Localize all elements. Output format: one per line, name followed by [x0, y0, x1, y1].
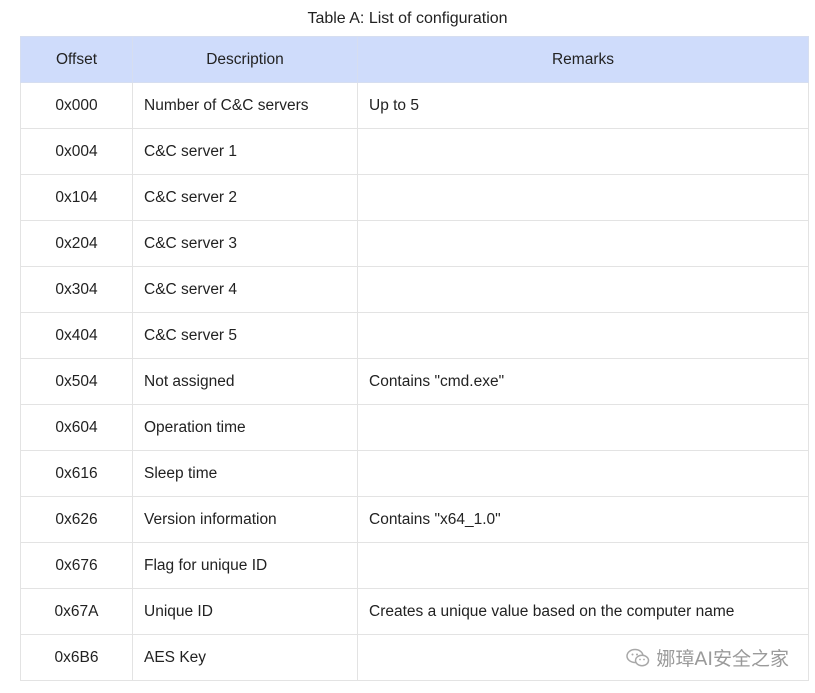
- description-cell: Sleep time: [132, 450, 358, 497]
- remarks-cell: [357, 450, 809, 497]
- table-row: 0x104 C&C server 2: [20, 174, 809, 221]
- column-header-remarks: Remarks: [357, 36, 809, 83]
- remarks-cell: [357, 220, 809, 267]
- table-row: 0x004 C&C server 1: [20, 128, 809, 175]
- table-row: 0x304 C&C server 4: [20, 266, 809, 313]
- remarks-cell: [357, 312, 809, 359]
- remarks-cell: Contains "x64_1.0": [357, 496, 809, 543]
- description-cell: Unique ID: [132, 588, 358, 635]
- offset-cell: 0x204: [20, 220, 133, 267]
- offset-cell: 0x000: [20, 82, 133, 129]
- table-row: 0x67A Unique ID Creates a unique value b…: [20, 588, 809, 635]
- configuration-table: Offset Description Remarks 0x000 Number …: [20, 36, 809, 681]
- offset-cell: 0x104: [20, 174, 133, 221]
- offset-cell: 0x404: [20, 312, 133, 359]
- table-row: 0x404 C&C server 5: [20, 312, 809, 359]
- remarks-cell: Up to 5: [357, 82, 809, 129]
- table-row: 0x504 Not assigned Contains "cmd.exe": [20, 358, 809, 405]
- description-cell: Number of C&C servers: [132, 82, 358, 129]
- wechat-icon: [626, 648, 650, 668]
- description-cell: C&C server 4: [132, 266, 358, 313]
- column-header-offset: Offset: [20, 36, 133, 83]
- description-cell: C&C server 2: [132, 174, 358, 221]
- offset-cell: 0x004: [20, 128, 133, 175]
- column-header-description: Description: [132, 36, 358, 83]
- table-row: 0x626 Version information Contains "x64_…: [20, 496, 809, 543]
- offset-cell: 0x626: [20, 496, 133, 543]
- offset-cell: 0x604: [20, 404, 133, 451]
- remarks-cell: [357, 266, 809, 313]
- description-cell: C&C server 1: [132, 128, 358, 175]
- remarks-cell: [357, 128, 809, 175]
- description-cell: Version information: [132, 496, 358, 543]
- offset-cell: 0x304: [20, 266, 133, 313]
- description-cell: C&C server 3: [132, 220, 358, 267]
- table-row: 0x676 Flag for unique ID: [20, 542, 809, 589]
- table-row: 0x616 Sleep time: [20, 450, 809, 497]
- description-cell: AES Key: [132, 634, 358, 681]
- remarks-cell: Creates a unique value based on the comp…: [357, 588, 809, 635]
- description-cell: Not assigned: [132, 358, 358, 405]
- offset-cell: 0x676: [20, 542, 133, 589]
- remarks-cell: Contains "cmd.exe": [357, 358, 809, 405]
- table-row: 0x000 Number of C&C servers Up to 5: [20, 82, 809, 129]
- description-cell: Flag for unique ID: [132, 542, 358, 589]
- table-header-row: Offset Description Remarks: [20, 36, 809, 83]
- offset-cell: 0x616: [20, 450, 133, 497]
- remarks-cell: [357, 542, 809, 589]
- remarks-cell: [357, 404, 809, 451]
- description-cell: C&C server 5: [132, 312, 358, 359]
- table-caption: Table A: List of configuration: [307, 10, 508, 27]
- offset-cell: 0x6B6: [20, 634, 133, 681]
- watermark-text: 娜璋AI安全之家: [656, 648, 789, 670]
- table-row: 0x204 C&C server 3: [20, 220, 809, 267]
- table-row: 0x604 Operation time: [20, 404, 809, 451]
- description-cell: Operation time: [132, 404, 358, 451]
- offset-cell: 0x67A: [20, 588, 133, 635]
- watermark: 娜璋AI安全之家: [626, 644, 789, 671]
- remarks-cell: [357, 174, 809, 221]
- offset-cell: 0x504: [20, 358, 133, 405]
